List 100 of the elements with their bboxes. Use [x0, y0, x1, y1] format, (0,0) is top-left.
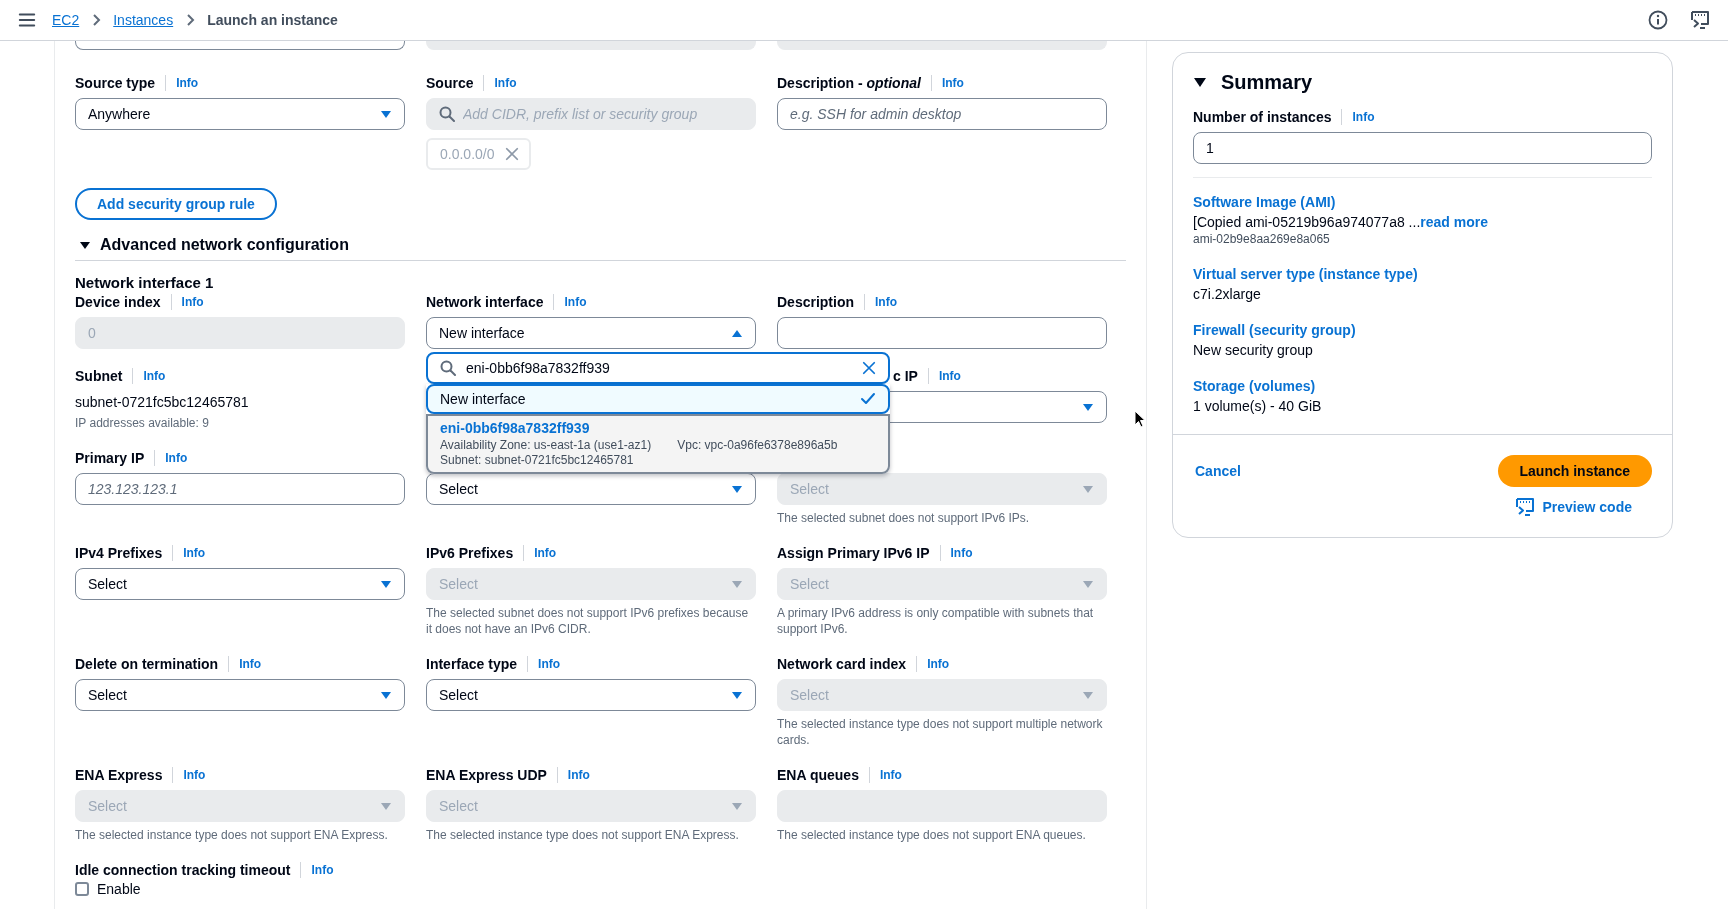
section-heading[interactable]: Advanced network configuration	[100, 236, 349, 254]
caret-icon	[1082, 401, 1094, 413]
menu-icon[interactable]	[18, 11, 36, 29]
preview-code-link[interactable]: Preview code	[1514, 497, 1632, 517]
help-text: The selected instance type does not support ENA Express.	[75, 827, 389, 843]
chevron-right-icon	[185, 14, 196, 26]
field-label: Assign Primary IPv6 IP	[777, 545, 930, 561]
field-value: subnet-0721fc5bc12465781	[75, 393, 250, 412]
summary-value: 1 volume(s) - 40 GiB	[1193, 398, 1322, 414]
field-label: ENA Express	[75, 767, 163, 783]
code-icon	[1514, 497, 1535, 517]
check-icon	[860, 391, 876, 407]
help-text: The selected instance type does not support ENA queues.	[777, 827, 1087, 843]
checkbox[interactable]	[75, 882, 89, 896]
select-field[interactable]: New interface	[426, 317, 756, 349]
info-link[interactable]: Info	[311, 863, 334, 877]
input-field[interactable]: 1	[1193, 132, 1652, 164]
help-text: IP addresses available: 9	[75, 415, 210, 431]
field-label: c IP	[893, 368, 918, 384]
summary-link[interactable]: Storage (volumes)	[1193, 378, 1316, 394]
code-icon[interactable]	[1690, 10, 1710, 30]
help-text: The selected subnet does not support IPv6 IPs.	[777, 510, 1031, 526]
info-link[interactable]: Info	[1352, 110, 1375, 124]
breadcrumb-link[interactable]: Instances	[113, 12, 174, 28]
field-label: Network interface	[426, 294, 544, 310]
caret-icon	[731, 578, 743, 590]
summary-link[interactable]: Virtual server type (instance type)	[1193, 266, 1418, 282]
info-link[interactable]: Info	[538, 657, 561, 671]
search-icon	[439, 106, 455, 122]
summary-value: [Copied ami-05219b96a974077a8 ...	[1193, 214, 1421, 230]
field-label: IPv6 Prefixes	[426, 545, 514, 561]
summary-link[interactable]: Firewall (security group)	[1193, 322, 1356, 338]
info-icon[interactable]	[1648, 10, 1668, 30]
field-label: Description	[777, 294, 854, 310]
launch-button[interactable]: Launch instance	[1497, 455, 1652, 487]
info-link[interactable]: Info	[938, 369, 961, 383]
select-field[interactable]: Select	[426, 473, 756, 505]
field-label: Subnet	[75, 368, 123, 384]
field-label: Idle connection tracking timeout	[75, 862, 291, 878]
input-field[interactable]	[75, 41, 405, 50]
field-label: Description - optional	[777, 75, 921, 91]
token-label: 0.0.0.0/0	[440, 146, 495, 162]
info-link[interactable]: Info	[564, 295, 587, 309]
field-label: Number of instances	[1193, 109, 1332, 125]
search-icon	[440, 360, 456, 376]
caret-icon	[1082, 689, 1094, 701]
search-field[interactable]: eni-0bb6f98a7832ff939	[426, 352, 890, 384]
caret-icon	[1082, 483, 1094, 495]
option-label: New interface	[440, 391, 526, 407]
help-text: The selected instance type does not support multiple network cards.	[777, 716, 1104, 748]
select-field[interactable]: Select	[75, 679, 405, 711]
info-link[interactable]: Info	[941, 76, 964, 90]
breadcrumb-link[interactable]: EC2	[52, 12, 80, 28]
field-label: Source	[426, 75, 474, 91]
summary-value: New security group	[1193, 342, 1313, 358]
mouse-pointer-icon	[1134, 410, 1146, 428]
subsection-title: Network interface 1	[75, 274, 215, 291]
info-link[interactable]: Info	[165, 451, 188, 465]
input-field[interactable]: e.g. SSH for admin desktop	[777, 98, 1107, 130]
option-detail: Subnet: subnet-0721fc5bc12465781	[440, 453, 635, 468]
field-label: ENA queues	[777, 767, 859, 783]
caret-icon	[731, 483, 743, 495]
info-link[interactable]: Info	[143, 369, 166, 383]
caret-icon	[380, 689, 392, 701]
field-label: Primary IP	[75, 450, 145, 466]
cancel-link[interactable]: Cancel	[1195, 463, 1241, 479]
select-field[interactable]: Anywhere	[75, 98, 405, 130]
input-field[interactable]	[777, 317, 1107, 349]
read-more-link[interactable]: read more	[1420, 214, 1488, 230]
info-link[interactable]: Info	[239, 657, 262, 671]
close-icon[interactable]	[862, 361, 876, 375]
close-icon	[504, 147, 519, 161]
dropdown-option[interactable]: New interface	[426, 384, 890, 414]
info-link[interactable]: Info	[875, 295, 897, 309]
summary-value: c7i.2xlarge	[1193, 286, 1261, 302]
option-label: eni-0bb6f98a7832ff939	[440, 420, 590, 436]
search-input[interactable]: eni-0bb6f98a7832ff939	[466, 360, 852, 376]
input-field[interactable]: 123.123.123.1	[75, 473, 405, 505]
chevron-right-icon	[91, 14, 102, 26]
add-rule-button[interactable]: Add security group rule	[75, 188, 277, 220]
caret-icon	[731, 800, 743, 812]
help-text: A primary IPv6 address is only compatible with subnets that support IPv6.	[777, 605, 1095, 637]
field-label: Network card index	[777, 656, 907, 672]
help-text: The selected subnet does not support IPv6 prefixes because it does not have an IPv6 CIDR.	[426, 605, 750, 637]
select-field[interactable]: Select	[75, 568, 405, 600]
field-label: ENA Express UDP	[426, 767, 547, 783]
option-detail: Availability Zone: us-east-1a (use1-az1)	[440, 438, 652, 453]
breadcrumb-current: Launch an instance	[207, 12, 338, 28]
panel-title[interactable]: Summary	[1221, 71, 1313, 94]
help-text: The selected instance type does not support ENA Express.	[426, 827, 740, 843]
summary-link[interactable]: Software Image (AMI)	[1193, 194, 1336, 210]
select-field[interactable]: Select	[426, 679, 756, 711]
field-label: Source type	[75, 75, 156, 91]
summary-detail: ami-02b9e8aa269e8a065	[1193, 232, 1331, 246]
info-link[interactable]: Info	[183, 546, 206, 560]
caret-icon	[731, 689, 743, 701]
info-link[interactable]: Info	[176, 76, 199, 90]
caret-icon	[380, 578, 392, 590]
caret-icon	[380, 108, 392, 120]
dropdown-option[interactable]: eni-0bb6f98a7832ff939 Availability Zone: us-east-1a (use1-az1) Vpc: vpc-0a96fe6378e896a5b Subnet: subnet-0721fc5bc12465781	[426, 414, 890, 474]
